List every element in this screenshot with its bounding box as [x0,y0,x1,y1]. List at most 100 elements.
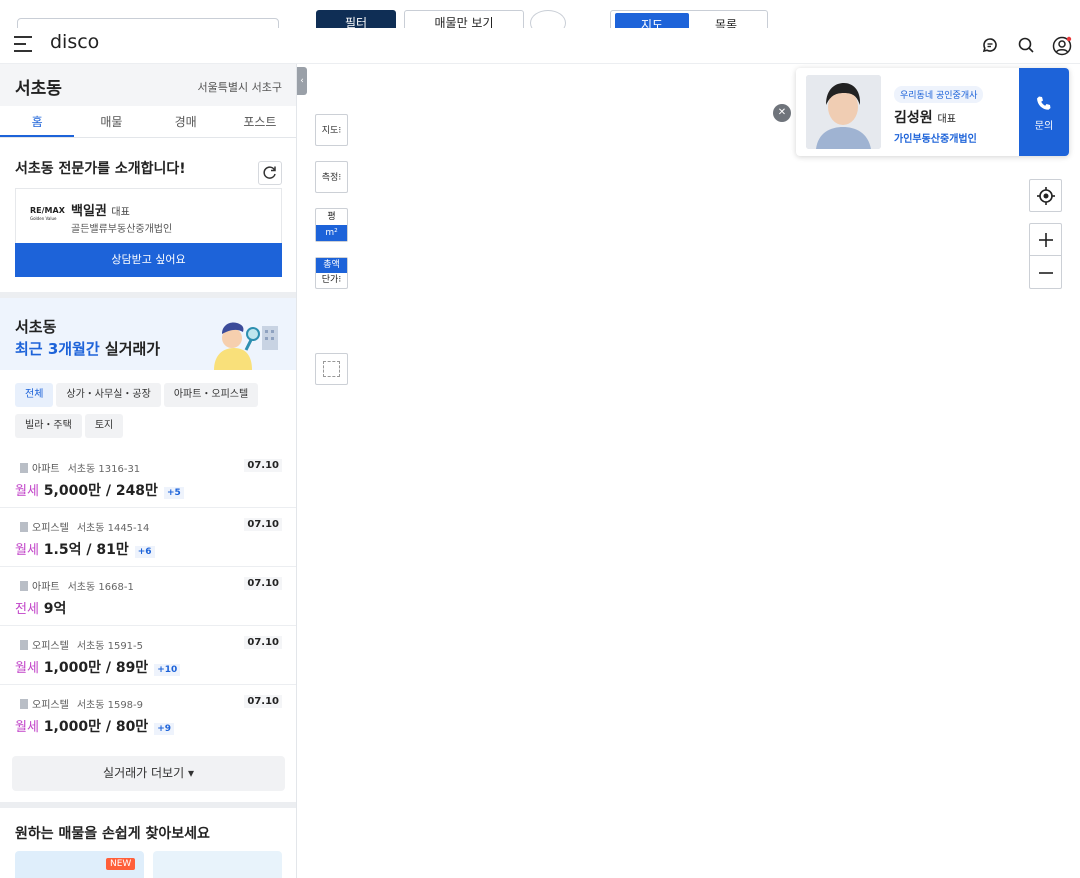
more-transactions-button[interactable]: 실거래가 더보기 ▾ [12,756,285,791]
tab-auction[interactable]: 경매 [149,106,223,137]
tab-home[interactable]: 홈 [0,106,75,137]
only-listings-button[interactable]: 매물만 보기 [404,10,524,28]
chip-all[interactable]: 전체 [15,383,54,407]
call-button[interactable]: 문의 [1019,68,1069,156]
price-total[interactable]: 총액 [316,258,347,273]
tx-type: 오피스텔 [32,523,69,534]
my-location-button[interactable] [1029,179,1062,212]
section-divider [0,802,296,808]
plus-icon [1039,233,1053,247]
building-icon [20,581,28,591]
profile-icon[interactable] [1052,36,1072,56]
tx-price: 월세 1,000만 / 80만 +9 [15,716,174,736]
expert-section-title: 서초동 전문가를 소개합니다! [15,161,186,177]
list-view-toggle[interactable]: 목록 [689,13,763,28]
find-card[interactable] [153,851,282,878]
top-toolbar-strip: 필터 매물만 보기 지도 목록 [0,0,1080,28]
tx-plus-badge: +10 [154,664,181,676]
new-badge: NEW [106,858,136,870]
tx-price: 전세 9억 [15,601,67,617]
collapse-sidebar-button[interactable]: ‹ [297,67,307,95]
broker-tag: 우리동네 공인중개사 [894,86,984,103]
refresh-button[interactable] [258,161,282,185]
unit-m2[interactable]: m² [316,225,347,241]
measure-button[interactable]: 측정⁝ [315,161,348,193]
recent-transactions-banner: 서초동 최근 3개월간 실거래가 [0,298,296,370]
zoom-out-button[interactable] [1030,257,1061,288]
broker-name: 김성원 대표 [894,110,956,126]
crosshair-icon [1037,187,1055,205]
building-icon [20,463,28,473]
broker-role: 대표 [937,114,956,125]
broker-photo [806,75,881,149]
transaction-row[interactable]: 오피스텔 서초동 1598-9 07.10 월세 1,000만 / 80만 +9 [0,685,296,744]
tx-price: 월세 1.5억 / 81만 +6 [15,539,155,559]
zoom-in-button[interactable] [1030,224,1061,256]
dashed-square-icon [323,361,340,377]
hamburger-menu-icon[interactable] [14,36,32,52]
tab-listings[interactable]: 매물 [74,106,148,137]
tx-date: 07.10 [244,518,282,531]
tx-address: 서초동 1668-1 [67,582,134,593]
tx-date: 07.10 [244,695,282,708]
refresh-icon [263,166,276,179]
call-label: 문의 [1034,121,1054,132]
tx-plus-badge: +5 [163,487,184,499]
tx-date: 07.10 [244,577,282,590]
recent-dong: 서초동 [15,318,57,336]
search-box[interactable] [17,18,279,28]
close-broker-card-button[interactable]: ✕ [773,104,791,122]
app-header: disco [0,28,1080,64]
location-bar: 서초동 서울특별시 서초구 [0,64,296,106]
app-logo[interactable]: disco [50,31,99,53]
broker-card[interactable]: 우리동네 공인중개사 김성원 대표 가인부동산중개법인 문의 [796,68,1069,156]
find-listings-title: 원하는 매물을 손쉽게 찾아보세요 [15,826,210,842]
tx-type: 아파트 [32,464,60,475]
tx-type: 오피스텔 [32,700,69,711]
price-unit[interactable]: 단가⁝ [316,273,347,288]
filter-button[interactable]: 필터 [316,10,396,28]
chip-land[interactable]: 토지 [84,414,124,438]
area-unit-toggle: 평 m² [315,208,348,242]
tx-plus-badge: +9 [154,723,174,735]
tab-post[interactable]: 포스트 [223,106,296,137]
tx-type: 아파트 [32,582,60,593]
current-dong: 서초동 [15,79,62,99]
map-type-button[interactable]: 지도⁝ [315,114,348,146]
broker-office: 가인부동산중개법인 [894,134,977,145]
tx-address: 서초동 1598-9 [76,700,144,711]
area-select-button[interactable] [315,353,348,385]
building-icon [20,522,28,532]
chat-bubble-button[interactable] [530,10,566,28]
tx-date: 07.10 [244,636,282,649]
person-magnifier-illustration [214,322,278,370]
transaction-row[interactable]: 오피스텔 서초동 1445-14 07.10 월세 1.5억 / 81만 +6 [0,508,296,567]
transaction-row[interactable]: 아파트 서초동 1668-1 07.10 전세 9억 [0,567,296,626]
building-icon [20,699,28,709]
transaction-row[interactable]: 아파트 서초동 1316-31 07.10 월세 5,000만 / 248만 +5 [0,449,296,508]
price-mode-toggle: 총액 단가⁝ [315,257,348,289]
current-city: 서울특별시 서초구 [197,81,282,94]
consult-button[interactable]: 상담받고 싶어요 [15,243,282,277]
tx-price: 월세 1,000만 / 89만 +10 [15,657,181,677]
sidebar-tabs: 홈 매물 경매 포스트 [0,106,296,138]
filter-label: 필터 [344,16,368,28]
map-view-toggle[interactable]: 지도 [615,13,689,28]
transaction-row[interactable]: 오피스텔 서초동 1591-5 07.10 월세 1,000만 / 89만 +10 [0,626,296,685]
remax-logo: RE/MAX Golden Value [30,206,65,222]
zoom-control [1029,223,1062,289]
expert-card[interactable]: RE/MAX Golden Value 백일권 대표 골든밸류부동산중개법인 [15,188,282,243]
search-icon[interactable] [1017,36,1035,54]
unit-pyeong[interactable]: 평 [316,209,347,225]
property-type-chips: 전체 상가・사무실・공장 아파트・오피스텔빌라・주택 토지 [15,382,285,444]
chip-villa-house[interactable]: 빌라・주택 [15,414,82,438]
recent-title: 최근 3개월간 실거래가 [15,340,161,358]
chat-icon[interactable] [981,36,999,54]
tx-date: 07.10 [244,459,282,472]
sidebar-panel: 서초동 서울특별시 서초구 홈 매물 경매 포스트 서초동 전문가를 소개합니다… [0,64,297,878]
phone-icon [1037,96,1051,110]
expert-office: 골든밸류부동산중개법인 [71,224,173,235]
only-listings-label: 매물만 보기 [434,16,494,28]
chip-apartment-officetel[interactable]: 아파트・오피스텔 [163,383,259,407]
chip-commercial[interactable]: 상가・사무실・공장 [56,383,161,407]
